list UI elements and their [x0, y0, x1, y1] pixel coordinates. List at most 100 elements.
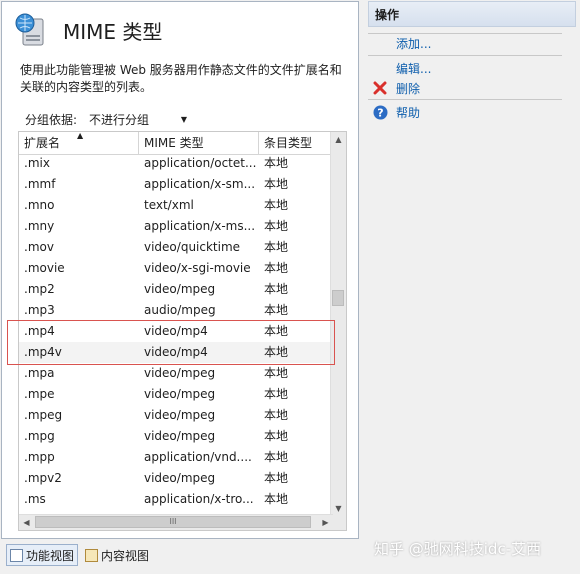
cell-extension: .mpe	[24, 387, 55, 401]
list-row[interactable]: .mpg video/mpeg 本地	[19, 426, 333, 447]
group-by-label: 分组依据:	[25, 112, 78, 127]
list-row[interactable]: .mp3 audio/mpeg 本地	[19, 300, 333, 321]
vertical-scroll-thumb[interactable]	[332, 290, 344, 306]
cell-extension: .mp2	[24, 282, 55, 296]
list-header: 扩展名 ▲ MIME 类型 条目类型	[19, 132, 333, 155]
cell-mime-type: video/mpeg	[144, 282, 216, 296]
cell-entry-type: 本地	[264, 177, 289, 191]
cell-mime-type: text/xml	[144, 198, 194, 212]
vertical-scrollbar[interactable]: ▲ ▼	[330, 132, 346, 516]
help-action[interactable]: ? 帮助	[368, 102, 420, 122]
help-link[interactable]: 帮助	[396, 104, 420, 121]
list-row[interactable]: .mov video/quicktime 本地	[19, 237, 333, 258]
list-row[interactable]: .mno text/xml 本地	[19, 195, 333, 216]
cell-extension: .mpeg	[24, 408, 63, 422]
features-view-icon	[10, 548, 23, 562]
cell-mime-type: video/mpeg	[144, 408, 216, 422]
cell-mime-type: video/mpeg	[144, 471, 216, 485]
cell-entry-type: 本地	[264, 240, 289, 254]
list-row[interactable]: .mny application/x-ms... 本地	[19, 216, 333, 237]
page-title: MIME 类型	[63, 19, 163, 44]
cell-extension: .mpg	[24, 429, 55, 443]
svg-text:?: ?	[377, 106, 383, 119]
list-row[interactable]: .mmf application/x-sm... 本地	[19, 174, 333, 195]
cell-mime-type: video/mpeg	[144, 429, 216, 443]
content-view-icon	[85, 548, 99, 562]
edit-link[interactable]: 编辑...	[396, 60, 431, 77]
cell-entry-type: 本地	[264, 156, 289, 170]
cell-mime-type: video/quicktime	[144, 240, 241, 254]
list-row[interactable]: .mpeg video/mpeg 本地	[19, 405, 333, 426]
cell-extension: .mpa	[24, 366, 55, 380]
page-header: MIME 类型	[15, 13, 162, 47]
edit-action[interactable]: 编辑...	[368, 58, 431, 78]
cell-entry-type: 本地	[264, 387, 289, 401]
tab-features-view-label: 功能视图	[26, 548, 75, 563]
cell-entry-type: 本地	[264, 219, 289, 233]
scroll-up-icon[interactable]: ▲	[331, 132, 346, 147]
actions-pane: 操作 添加... 编辑... 删除 ? 帮助	[368, 1, 576, 573]
features-panel: MIME 类型 使用此功能管理被 Web 服务器用作静态文件的文件扩展名和关联的…	[1, 1, 359, 539]
cell-mime-type: application/octet...	[144, 156, 257, 170]
cell-entry-type: 本地	[264, 303, 289, 317]
column-header-entry-type[interactable]: 条目类型	[259, 132, 333, 154]
cell-entry-type: 本地	[264, 429, 289, 443]
mime-types-list[interactable]: 扩展名 ▲ MIME 类型 条目类型 .mix application/octet…	[18, 131, 347, 531]
divider	[368, 99, 562, 100]
tab-content-view-label: 内容视图	[101, 548, 150, 563]
dropdown-arrow-icon: ▼	[180, 114, 188, 124]
cell-mime-type: video/mp4	[144, 324, 208, 338]
view-switcher: 功能视图 内容视图	[6, 544, 156, 566]
cell-entry-type: 本地	[264, 450, 289, 464]
list-row[interactable]: .mp4 video/mp4 本地	[19, 321, 333, 342]
delete-action[interactable]: 删除	[368, 78, 420, 98]
column-header-mime-type[interactable]: MIME 类型	[139, 132, 259, 154]
list-rows: .mix application/octet... 本地 .mmf applicati…	[19, 153, 333, 510]
cell-extension: .mmf	[24, 177, 56, 191]
cell-mime-type: video/mpeg	[144, 387, 216, 401]
watermark-text: 知乎 @驰网科技idc-艾西	[374, 540, 542, 558]
list-row[interactable]: .mpe video/mpeg 本地	[19, 384, 333, 405]
cell-mime-type: application/vnd....	[144, 450, 252, 464]
divider	[368, 55, 562, 56]
list-row[interactable]: .mix application/octet... 本地	[19, 153, 333, 174]
cell-extension: .mix	[24, 156, 50, 170]
add-link[interactable]: 添加...	[396, 35, 431, 52]
scroll-left-icon[interactable]: ◀	[19, 515, 34, 530]
add-action[interactable]: 添加...	[368, 33, 431, 53]
cell-extension: .movie	[24, 261, 65, 275]
list-row[interactable]: .ms application/x-tro... 本地	[19, 489, 333, 510]
tab-content-view[interactable]: 内容视图	[82, 545, 152, 565]
cell-extension: .ms	[24, 492, 46, 506]
tab-features-view[interactable]: 功能视图	[6, 544, 79, 566]
cell-entry-type: 本地	[264, 345, 289, 359]
horizontal-scrollbar[interactable]: ◀ III ▶	[19, 514, 333, 530]
cell-extension: .mpv2	[24, 471, 62, 485]
cell-extension: .mov	[24, 240, 54, 254]
help-icon: ?	[372, 104, 388, 120]
group-by-bar: 分组依据: 不进行分组 ▼	[19, 108, 347, 130]
cell-extension: .mp3	[24, 303, 55, 317]
list-row[interactable]: .mpv2 video/mpeg 本地	[19, 468, 333, 489]
cell-entry-type: 本地	[264, 324, 289, 338]
cell-extension: .mp4	[24, 324, 55, 338]
column-header-extension[interactable]: 扩展名 ▲	[19, 132, 139, 154]
cell-entry-type: 本地	[264, 492, 289, 506]
cell-extension: .mp4v	[24, 345, 62, 359]
list-row[interactable]: .mp4v video/mp4 本地	[19, 342, 333, 363]
add-icon	[372, 35, 388, 51]
scroll-down-icon[interactable]: ▼	[331, 501, 346, 516]
list-row[interactable]: .mp2 video/mpeg 本地	[19, 279, 333, 300]
list-row[interactable]: .mpa video/mpeg 本地	[19, 363, 333, 384]
group-by-value: 不进行分组	[89, 112, 150, 127]
group-by-dropdown[interactable]: 不进行分组 ▼	[85, 109, 191, 129]
cell-mime-type: application/x-ms...	[144, 219, 256, 233]
sort-ascending-icon: ▲	[77, 131, 84, 140]
list-row[interactable]: .mpp application/vnd.... 本地	[19, 447, 333, 468]
cell-entry-type: 本地	[264, 366, 289, 380]
delete-link[interactable]: 删除	[396, 80, 420, 97]
list-row[interactable]: .movie video/x-sgi-movie 本地	[19, 258, 333, 279]
scrollbar-corner	[331, 515, 346, 530]
cell-extension: .mpp	[24, 450, 55, 464]
horizontal-scroll-thumb[interactable]: III	[35, 516, 311, 528]
